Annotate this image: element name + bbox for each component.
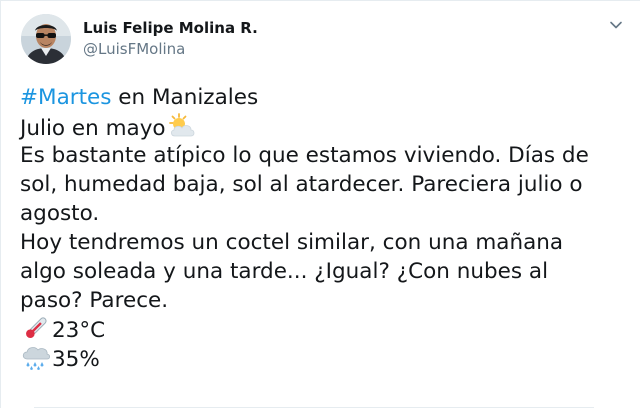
cloud-with-rain-icon: [20, 344, 52, 371]
chevron-down-icon[interactable]: [609, 17, 623, 31]
sun-behind-cloud-icon: [166, 112, 196, 139]
rain-chance-value: 35%: [52, 347, 100, 372]
tweet-line: Hoy tendremos un coctel similar, con una…: [20, 230, 564, 255]
tweet-line: paso? Parece.: [20, 288, 169, 313]
tweet-line: sol, humedad baja, sol al atardecer. Par…: [20, 172, 583, 197]
temperature-value: 23°C: [52, 318, 106, 343]
tweet-line: Julio en mayo: [20, 112, 630, 141]
author-name[interactable]: Luis Felipe Molina R.: [83, 18, 258, 38]
tweet-card[interactable]: Luis Felipe Molina R. @LuisFMolina #Mart…: [0, 0, 640, 408]
tweet-line-text: en Manizales: [111, 85, 259, 110]
tweet-line: #Martes en Manizales: [20, 83, 630, 112]
tweet-line: 35%: [20, 344, 630, 373]
thermometer-icon: [20, 315, 52, 342]
hashtag-link[interactable]: #Martes: [20, 85, 111, 110]
tweet-text: #Martes en Manizales Julio en mayo Es ba…: [20, 83, 630, 373]
tweet-line: agosto.: [20, 201, 100, 226]
tweet-line-text: Julio en mayo: [20, 116, 166, 141]
tweet-line: algo soleada y una tarde... ¿Igual? ¿Con…: [20, 259, 549, 284]
tweet-line: 23°C: [20, 315, 630, 344]
author-handle[interactable]: @LuisFMolina: [83, 39, 258, 59]
tweet-line: Es bastante atípico lo que estamos vivie…: [20, 143, 589, 168]
avatar[interactable]: [21, 14, 71, 64]
